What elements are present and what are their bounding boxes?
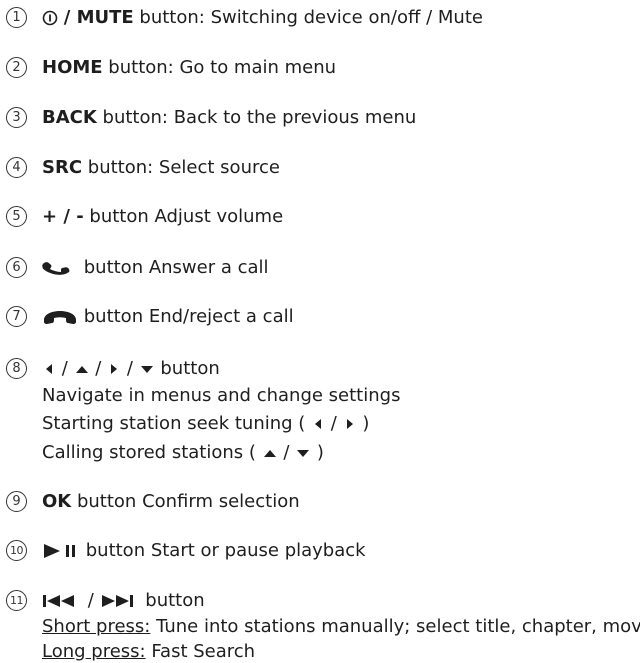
item-text: button: Switching device on/off / Mute [133, 7, 483, 28]
arrow-right-icon [343, 413, 357, 435]
item-number: 10 [6, 540, 27, 561]
item-number: 1 [6, 7, 27, 28]
item-text: button: Select source [82, 157, 280, 178]
item-number: 4 [6, 157, 27, 178]
item-number: 8 [6, 358, 27, 379]
phone-end-icon [42, 306, 78, 328]
play-pause-icon [42, 540, 80, 562]
item-number: 7 [6, 306, 27, 327]
item-key: + / - [42, 206, 84, 227]
item-text: button Start or pause playback [85, 540, 366, 561]
short-press-label: Short press: [42, 616, 151, 637]
item-key: OK [42, 491, 72, 512]
item-number: 11 [6, 590, 27, 611]
item-text: button: Back to the previous menu [96, 107, 417, 128]
item-subtext: Calling stored stations ( / ) [42, 442, 324, 464]
arrow-left-icon [311, 413, 325, 435]
arrow-up-icon [262, 442, 278, 464]
item-text: button Answer a call [83, 257, 269, 278]
skip-next-icon [100, 590, 140, 612]
arrow-down-icon [139, 358, 155, 380]
item-subtext: Long press: Fast Search [42, 641, 256, 662]
item-key: / MUTE [63, 7, 134, 28]
item-number: 2 [6, 57, 27, 78]
arrow-up-icon [74, 358, 90, 380]
item-text: button [160, 358, 220, 379]
skip-previous-icon [42, 590, 82, 612]
item-text: button Confirm selection [71, 491, 300, 512]
power-icon [42, 7, 58, 29]
arrow-right-icon [107, 358, 121, 380]
item-key: HOME [42, 57, 103, 78]
item-subtext: Starting station seek tuning ( / ) [42, 413, 370, 435]
arrow-left-icon [42, 358, 56, 380]
item-text: button Adjust volume [83, 206, 284, 227]
item-text: button: Go to main menu [102, 57, 337, 78]
item-text: button End/reject a call [83, 306, 294, 327]
item-number: 9 [6, 491, 27, 512]
item-key: BACK [42, 107, 97, 128]
arrow-down-icon [295, 442, 311, 464]
item-subtext: Short press: Tune into stations manually… [42, 616, 640, 637]
item-text: button [145, 590, 205, 611]
long-press-label: Long press: [42, 641, 146, 662]
item-number: 3 [6, 107, 27, 128]
item-key: SRC [42, 157, 83, 178]
phone-answer-icon [42, 257, 78, 279]
item-number: 6 [6, 257, 27, 278]
item-number: 5 [6, 206, 27, 227]
item-subtext: Navigate in menus and change settings [42, 385, 401, 406]
